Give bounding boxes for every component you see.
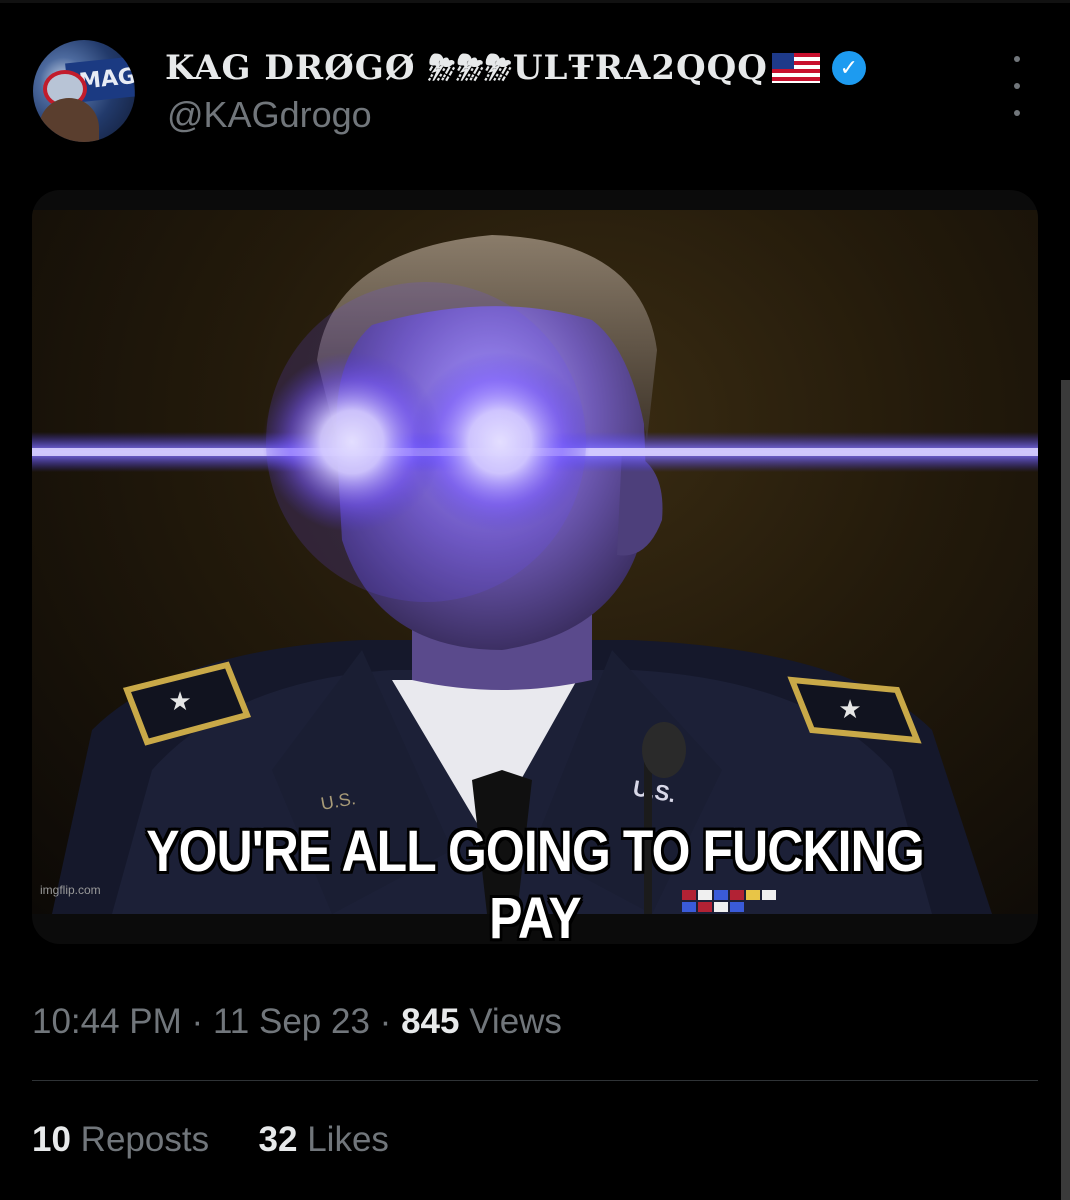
meta-separator: · xyxy=(191,1002,204,1041)
shoulder-star-right: ★ xyxy=(838,694,861,724)
post-date[interactable]: 11 Sep 23 xyxy=(213,1002,370,1041)
meme-caption: YOU'RE ALL GOING TO FUCKING PAY xyxy=(146,819,924,944)
likes-label[interactable]: Likes xyxy=(307,1120,389,1159)
us-flag-icon xyxy=(771,53,820,83)
shoulder-star-left: ★ xyxy=(168,686,191,716)
name-row: KAG DRØGØ ⛈⛈⛈ULŦRA2QQQ ✓ xyxy=(165,44,866,92)
more-dot xyxy=(1014,56,1020,62)
post-media[interactable]: ★ ★ U.S. U.S. YOU'RE ALL GOING TO FUCKIN… xyxy=(32,190,1038,944)
more-dot xyxy=(1014,83,1020,89)
microphone-head xyxy=(642,722,686,778)
meme-image: ★ ★ U.S. U.S. xyxy=(32,210,1038,914)
handle[interactable]: @KAGdrogo xyxy=(167,94,372,136)
imgflip-watermark: imgflip.com xyxy=(40,883,101,897)
reposts-label[interactable]: Reposts xyxy=(81,1120,209,1159)
divider xyxy=(32,1080,1038,1081)
post-meta: 10:44 PM · 11 Sep 23 · 845 Views xyxy=(32,1002,562,1042)
meta-separator: · xyxy=(379,1002,392,1041)
post-header: MAGA KAG DRØGØ ⛈⛈⛈ULŦRA2QQQ ✓ @KAGdrogo xyxy=(33,36,1033,146)
likes-count[interactable]: 32 xyxy=(259,1120,298,1159)
tweet-page: MAGA KAG DRØGØ ⛈⛈⛈ULŦRA2QQQ ✓ @KAGdrogo xyxy=(0,0,1070,1200)
views-label[interactable]: Views xyxy=(469,1002,562,1041)
avatar-person xyxy=(39,98,99,142)
reposts-count[interactable]: 10 xyxy=(32,1120,71,1159)
post-stats: 10 Reposts 32 Likes xyxy=(32,1120,389,1160)
verified-badge-icon[interactable]: ✓ xyxy=(831,51,866,85)
display-name[interactable]: KAG DRØGØ ⛈⛈⛈ULŦRA2QQQ xyxy=(165,48,768,88)
views-count[interactable]: 845 xyxy=(401,1002,459,1041)
avatar[interactable]: MAGA xyxy=(33,40,135,142)
top-border xyxy=(0,0,1070,3)
glow-bloom xyxy=(266,282,586,602)
post-time[interactable]: 10:44 PM xyxy=(32,1002,182,1041)
more-options-icon[interactable] xyxy=(1007,56,1027,116)
more-dot xyxy=(1014,110,1020,116)
meme-illustration: ★ ★ U.S. U.S. xyxy=(32,235,1038,914)
scrollbar[interactable] xyxy=(1061,380,1070,1200)
